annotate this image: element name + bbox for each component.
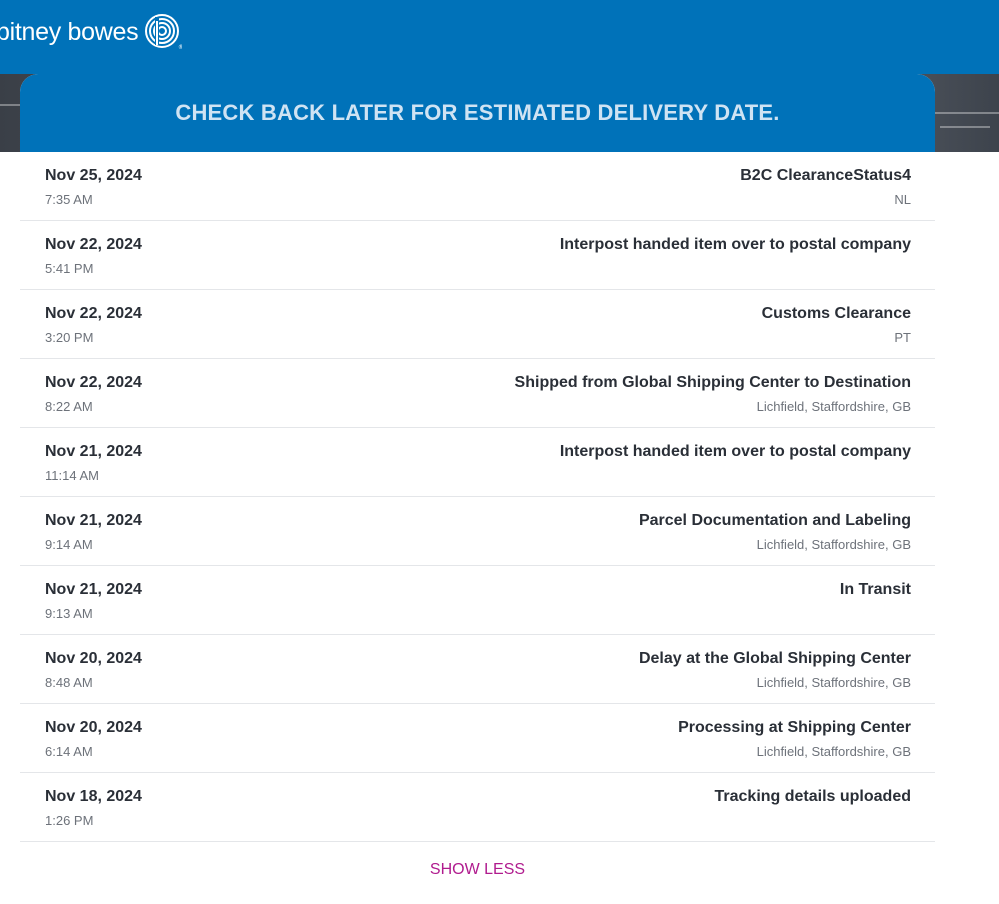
- event-time: 8:48 AM: [45, 675, 93, 690]
- event-status: Interpost handed item over to postal com…: [559, 443, 911, 460]
- event-status: Parcel Documentation and Labeling: [638, 512, 911, 529]
- event-time: 9:13 AM: [45, 606, 93, 621]
- tracking-event-row: Nov 21, 2024 9:14 AM Parcel Documentatio…: [20, 497, 935, 566]
- event-status: Tracking details uploaded: [714, 788, 912, 805]
- event-location: Lichfield, Staffordshire, GB: [756, 744, 911, 759]
- event-time: 8:22 AM: [45, 399, 93, 414]
- event-location: NL: [894, 192, 911, 207]
- event-location: Lichfield, Staffordshire, GB: [756, 675, 911, 690]
- event-status: In Transit: [839, 581, 911, 598]
- event-date: Nov 22, 2024: [45, 305, 142, 322]
- tracking-history-card: CHECK BACK LATER FOR ESTIMATED DELIVERY …: [20, 74, 935, 904]
- event-status: Shipped from Global Shipping Center to D…: [514, 374, 911, 391]
- tracking-event-row: Nov 18, 2024 1:26 PM Tracking details up…: [20, 773, 935, 842]
- tracking-event-row: Nov 22, 2024 3:20 PM Customs Clearance P…: [20, 290, 935, 359]
- event-time: 9:14 AM: [45, 537, 93, 552]
- event-date: Nov 21, 2024: [45, 443, 142, 460]
- tracking-event-row: Nov 22, 2024 8:22 AM Shipped from Global…: [20, 359, 935, 428]
- event-time: 6:14 AM: [45, 744, 93, 759]
- event-date: Nov 20, 2024: [45, 650, 142, 667]
- event-status: Delay at the Global Shipping Center: [638, 650, 911, 667]
- event-status: Processing at Shipping Center: [678, 719, 911, 736]
- event-location: PT: [894, 330, 911, 345]
- pitney-bowes-circle-logo-icon: ®: [145, 14, 182, 51]
- tracking-event-row: Nov 20, 2024 6:14 AM Processing at Shipp…: [20, 704, 935, 773]
- event-date: Nov 18, 2024: [45, 788, 142, 805]
- show-less-button[interactable]: SHOW LESS: [20, 842, 935, 898]
- event-date: Nov 21, 2024: [45, 581, 142, 598]
- event-time: 3:20 PM: [45, 330, 94, 345]
- event-date: Nov 22, 2024: [45, 374, 142, 391]
- tracking-event-list: Nov 25, 2024 7:35 AM B2C ClearanceStatus…: [20, 152, 935, 842]
- event-date: Nov 22, 2024: [45, 236, 142, 253]
- event-time: 5:41 PM: [45, 261, 94, 276]
- svg-text:®: ®: [178, 44, 182, 51]
- tracking-event-row: Nov 20, 2024 8:48 AM Delay at the Global…: [20, 635, 935, 704]
- tracking-event-row: Nov 22, 2024 5:41 PM Interpost handed it…: [20, 221, 935, 290]
- tracking-event-row: Nov 25, 2024 7:35 AM B2C ClearanceStatus…: [20, 152, 935, 221]
- pitney-bowes-logo[interactable]: pitney bowes ®: [0, 12, 182, 52]
- event-status: B2C ClearanceStatus4: [740, 167, 911, 184]
- event-status: Customs Clearance: [761, 305, 911, 322]
- event-location: Lichfield, Staffordshire, GB: [756, 537, 911, 552]
- event-date: Nov 21, 2024: [45, 512, 142, 529]
- top-header-bar: pitney bowes ®: [0, 0, 999, 74]
- tracking-event-row: Nov 21, 2024 11:14 AM Interpost handed i…: [20, 428, 935, 497]
- event-time: 11:14 AM: [45, 468, 99, 483]
- event-date: Nov 25, 2024: [45, 167, 142, 184]
- event-date: Nov 20, 2024: [45, 719, 142, 736]
- brand-name: pitney bowes: [0, 18, 139, 46]
- tracking-event-row: Nov 21, 2024 9:13 AM In Transit: [20, 566, 935, 635]
- delivery-estimate-banner: CHECK BACK LATER FOR ESTIMATED DELIVERY …: [20, 74, 935, 152]
- event-location: Lichfield, Staffordshire, GB: [756, 399, 911, 414]
- event-status: Interpost handed item over to postal com…: [559, 236, 911, 253]
- event-time: 7:35 AM: [45, 192, 93, 207]
- event-time: 1:26 PM: [45, 813, 94, 828]
